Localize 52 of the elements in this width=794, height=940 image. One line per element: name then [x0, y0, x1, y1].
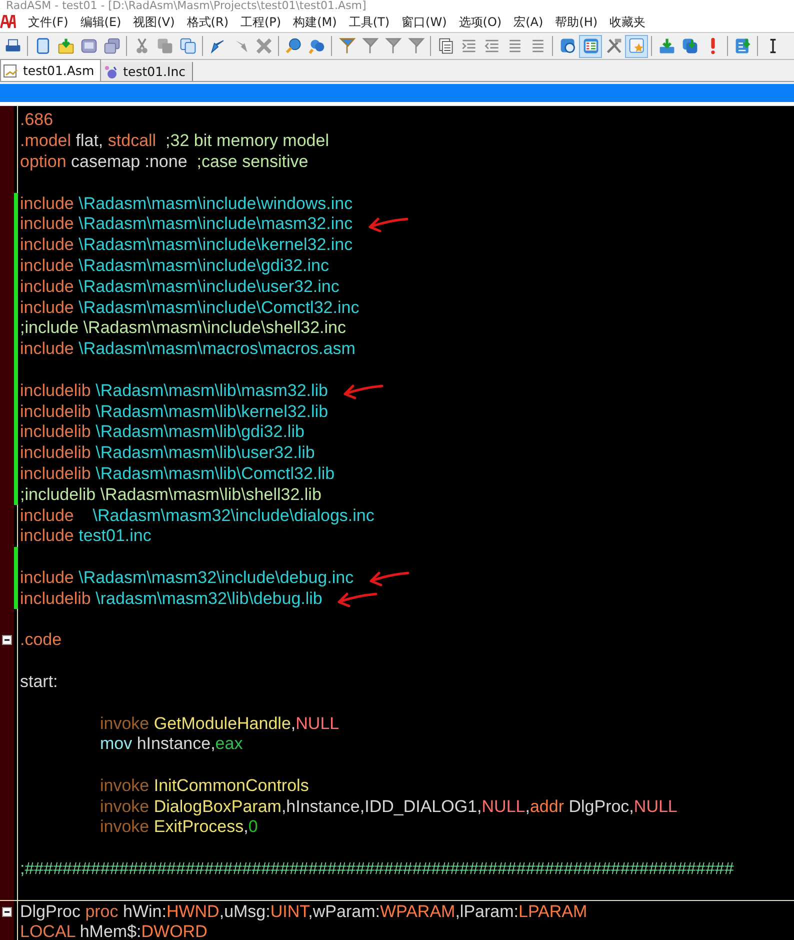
- menu-item[interactable]: 构建(M): [287, 13, 343, 31]
- code-line: include \Radasm\masm32\include\dialogs.inc: [19, 506, 374, 526]
- code-line: start:: [19, 672, 58, 692]
- menu-item[interactable]: 文件(F): [22, 13, 74, 31]
- code-line: includelib \Radasm\masm\lib\Comctl32.lib: [19, 464, 335, 484]
- menu-item[interactable]: 帮助(H): [549, 13, 604, 31]
- fold-icon[interactable]: [2, 635, 12, 646]
- code-line: invoke GetModuleHandle,NULL: [99, 714, 340, 734]
- code-line: option casemap :none ;case sensitive: [19, 152, 308, 172]
- code-line: includelib \Radasm\masm\lib\user32.lib: [19, 443, 315, 464]
- menu-item[interactable]: 工具(T): [342, 13, 396, 31]
- code-line: include \Radasm\masm32\include\debug.inc: [19, 568, 354, 588]
- app-logo-icon: [0, 15, 16, 29]
- code-line: .686: [19, 110, 54, 130]
- code-line: include test01.inc: [19, 526, 152, 546]
- list-icon[interactable]: [579, 34, 602, 58]
- code-line: LOCAL hMem$:DWORD: [19, 922, 208, 940]
- code-line: include \Radasm\masm\macros\macros.asm: [19, 339, 356, 360]
- code-line: include \Radasm\masm\include\masm32.inc: [19, 214, 353, 234]
- code-line: include \Radasm\masm\include\Comctl32.inc: [19, 298, 360, 318]
- window-title: RadASM - test01 - [D:\RadAsm\Masm\Projects\test01\test01.Asm]: [6, 0, 366, 12]
- fold-icon[interactable]: [2, 906, 12, 917]
- file-tab[interactable]: test01.Inc: [101, 62, 192, 81]
- code-line: includelib \Radasm\masm\lib\gdi32.lib: [19, 422, 304, 442]
- code-line: DlgProc proc hWin:HWND,uMsg:UINT,wParam:WPARAM,lParam:LPARAM: [19, 902, 588, 922]
- code-line: include \Radasm\masm\include\user32.inc: [19, 276, 340, 297]
- code-line: includelib \Radasm\masm\lib\masm32.lib: [19, 380, 328, 401]
- file-icon: [3, 64, 19, 78]
- menu-item[interactable]: 视图(V): [127, 13, 181, 31]
- menu-item[interactable]: 选项(O): [452, 13, 508, 31]
- file-tab[interactable]: test01.Asm: [0, 59, 102, 81]
- code-line: include \Radasm\masm\include\gdi32.inc: [19, 256, 329, 276]
- code-line: includelib \Radasm\masm\lib\kernel32.lib: [19, 402, 328, 422]
- code-line: .code: [19, 630, 62, 650]
- code-line: ;include \Radasm\masm\include\shell32.inc: [19, 318, 346, 338]
- code-line: ;###########################################################################: [19, 859, 734, 880]
- code-line: mov hInstance,eax: [99, 734, 243, 754]
- menu-item[interactable]: 工程(P): [234, 13, 288, 31]
- code-line: ;includelib \Radasm\masm\lib\shell32.lib: [19, 484, 322, 505]
- code-line: include \Radasm\masm\include\kernel32.inc: [19, 235, 353, 256]
- code-line: invoke ExitProcess,0: [99, 817, 258, 838]
- menu-item[interactable]: 编辑(E): [74, 13, 128, 31]
- menu-item[interactable]: 宏(A): [508, 13, 550, 31]
- code-line: includelib \radasm\masm32\lib\debug.lib: [19, 588, 322, 609]
- file-icon: [103, 64, 120, 78]
- code-line: include \Radasm\masm\include\windows.inc: [19, 194, 353, 214]
- menu-item[interactable]: 收藏夹: [604, 13, 652, 31]
- menu-item[interactable]: 格式(R): [180, 13, 234, 31]
- code-line: invoke InitCommonControls: [99, 776, 309, 796]
- code-line: invoke DialogBoxParam,hInstance,IDD_DIALOG1,NULL,addr DlgProc,NULL: [99, 796, 678, 817]
- code-line: .model flat, stdcall ;32 bit memory model: [19, 131, 329, 152]
- menu-item[interactable]: 窗口(W): [396, 13, 453, 31]
